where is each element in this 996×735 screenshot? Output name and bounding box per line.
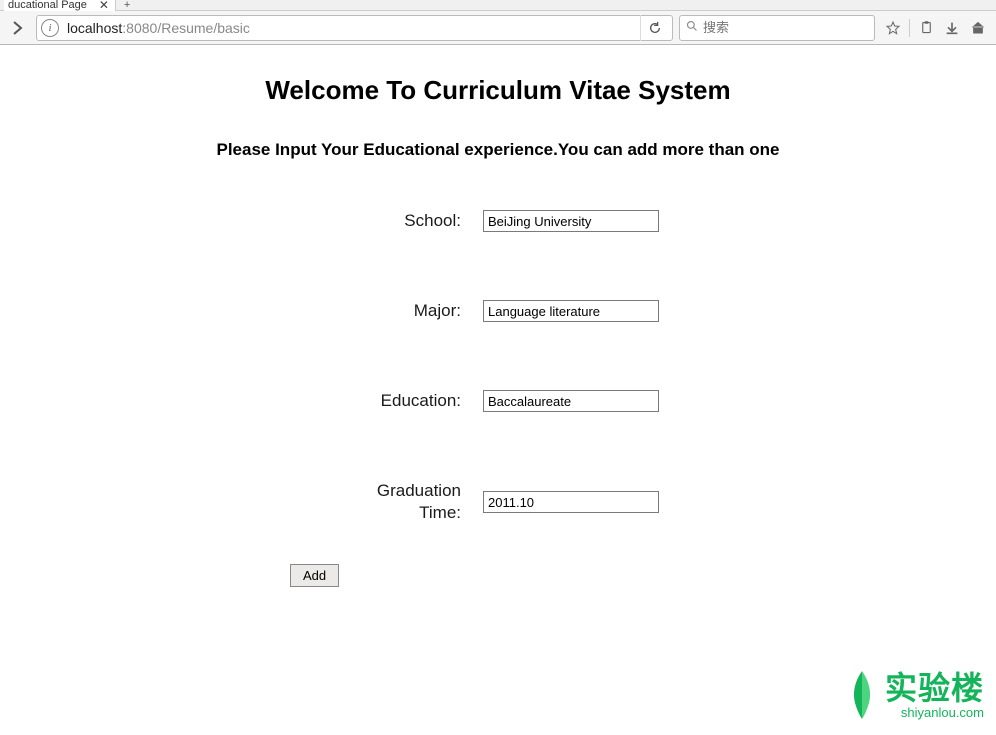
search-box[interactable] [679,15,875,41]
school-row: School: [228,210,768,232]
page-subtitle: Please Input Your Educational experience… [0,140,996,160]
graduation-input[interactable] [483,491,659,513]
education-input[interactable] [483,390,659,412]
new-tab-button[interactable]: + [116,0,138,11]
major-input[interactable] [483,300,659,322]
graduation-row: Graduation Time: [228,480,768,524]
search-icon [686,20,698,35]
page-content: Welcome To Curriculum Vitae System Pleas… [0,45,996,587]
downloads-icon[interactable] [940,16,964,40]
close-tab-icon[interactable]: ✕ [99,0,109,11]
url-text: localhost:8080/Resume/basic [67,20,250,36]
graduation-label: Graduation Time: [333,480,483,524]
browser-tab[interactable]: ducational Page ✕ [4,0,116,11]
major-label: Major: [333,300,483,322]
watermark: 实验楼 shiyanlou.com [845,669,984,721]
clipboard-icon[interactable] [914,16,938,40]
divider [909,19,910,37]
leaf-icon [845,669,879,721]
forward-button[interactable] [6,16,30,40]
bookmark-icon[interactable] [881,16,905,40]
address-bar[interactable]: i localhost:8080/Resume/basic [36,15,673,41]
tab-title: ducational Page [8,0,87,11]
major-row: Major: [228,300,768,322]
tab-bar: ducational Page ✕ + [0,0,996,11]
watermark-en: shiyanlou.com [885,706,984,719]
school-input[interactable] [483,210,659,232]
school-label: School: [333,210,483,232]
education-label: Education: [333,390,483,412]
home-icon[interactable] [966,16,990,40]
nav-bar: i localhost:8080/Resume/basic [0,11,996,45]
page-title: Welcome To Curriculum Vitae System [0,75,996,106]
watermark-text: 实验楼 shiyanlou.com [885,672,984,719]
search-input[interactable] [703,20,868,35]
reload-button[interactable] [640,15,668,41]
button-row: Add [228,564,768,587]
add-button[interactable]: Add [290,564,339,587]
watermark-cn: 实验楼 [885,672,984,704]
education-form: School: Major: Education: Graduation Tim… [228,210,768,587]
education-row: Education: [228,390,768,412]
info-icon[interactable]: i [41,19,59,37]
